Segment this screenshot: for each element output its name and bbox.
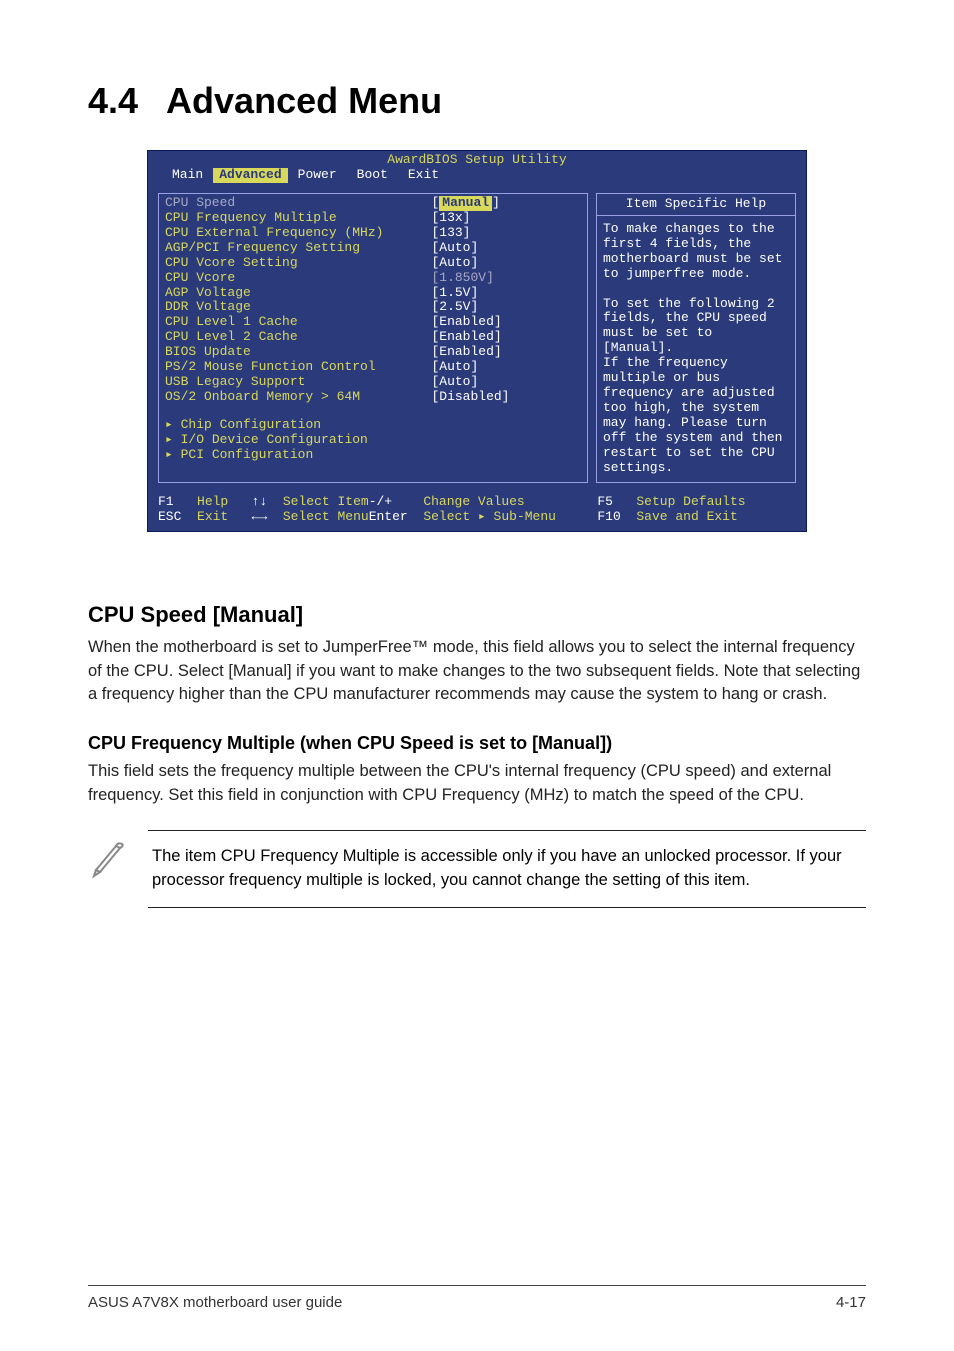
section-h3: CPU Speed [Manual] [88,602,866,628]
footer-right: 4-17 [836,1294,866,1311]
bios-setting-label[interactable]: AGP Voltage [165,286,425,301]
bios-tab-exit[interactable]: Exit [398,168,449,183]
section-p2: This field sets the frequency multiple b… [88,760,866,808]
bios-setting-label[interactable]: BIOS Update [165,345,425,360]
key-f1: F1 [158,494,174,509]
label-save-exit: Save and Exit [636,509,737,524]
bios-setting-label[interactable]: CPU Vcore [165,271,425,286]
bios-tab-advanced[interactable]: Advanced [213,168,287,183]
heading-number: 4.4 [88,80,138,122]
key-updown: ↑↓ [252,494,268,509]
bios-setting-value[interactable]: [Enabled] [431,315,581,330]
bios-setting-label[interactable]: USB Legacy Support [165,375,425,390]
bios-tab-boot[interactable]: Boot [347,168,398,183]
bios-setting-label[interactable]: CPU Vcore Setting [165,256,425,271]
bios-setting-value[interactable]: [Auto] [431,360,581,375]
bios-help-panel: Item Specific Help To make changes to th… [596,193,796,483]
page-footer: ASUS A7V8X motherboard user guide 4-17 [88,1285,866,1311]
key-leftright: ←→ [252,509,268,524]
bios-help-text: To make changes to the first 4 fields, t… [597,216,795,482]
bios-submenu-item[interactable]: ▸ PCI Configuration [165,448,425,463]
key-enter: Enter [369,509,408,524]
section-h4: CPU Frequency Multiple (when CPU Speed i… [88,733,866,754]
bios-submenu-item[interactable]: ▸ Chip Configuration [165,418,425,433]
label-select-submenu: Select ▸ Sub-Menu [423,509,556,524]
bios-setting-value[interactable]: [Auto] [431,256,581,271]
bios-tab-main[interactable]: Main [162,168,213,183]
bios-setting-label[interactable]: CPU External Frequency (MHz) [165,226,425,241]
bios-tab-power[interactable]: Power [288,168,347,183]
bios-setting-value[interactable]: [133] [431,226,581,241]
label-help: Help [197,494,228,509]
bios-screenshot: AwardBIOS Setup Utility Main Advanced Po… [147,150,807,532]
bios-setting-value[interactable]: [Manual] [431,196,581,211]
note-block: The item CPU Frequency Multiple is acces… [88,830,866,908]
bios-setting-value[interactable]: [Enabled] [431,330,581,345]
heading-title: Advanced Menu [166,80,442,121]
footer-left: ASUS A7V8X motherboard user guide [88,1294,342,1311]
bios-setting-value[interactable]: [2.5V] [431,300,581,315]
note-text: The item CPU Frequency Multiple is acces… [148,830,866,908]
bios-setting-label[interactable]: PS/2 Mouse Function Control [165,360,425,375]
bios-setting-label[interactable]: CPU Level 2 Cache [165,330,425,345]
bios-setting-value[interactable]: [1.5V] [431,286,581,301]
key-f5: F5 [597,494,613,509]
bios-setting-value[interactable]: [1.850V] [431,271,581,286]
label-exit: Exit [197,509,228,524]
bios-setting-label[interactable]: CPU Speed [165,196,425,211]
bios-setting-value[interactable]: [Enabled] [431,345,581,360]
bios-setting-value[interactable]: [Auto] [431,375,581,390]
label-setup-defaults: Setup Defaults [636,494,745,509]
page-heading: 4.4 Advanced Menu [88,80,866,122]
bios-submenu-item[interactable]: ▸ I/O Device Configuration [165,433,425,448]
note-icon [88,830,148,885]
label-change-values: Change Values [423,494,524,509]
key-esc: ESC [158,509,181,524]
bios-setting-label[interactable]: OS/2 Onboard Memory > 64M [165,390,425,405]
bios-setting-label[interactable]: AGP/PCI Frequency Setting [165,241,425,256]
label-select-menu: Select Menu [283,509,369,524]
bios-setting-label[interactable]: CPU Frequency Multiple [165,211,425,226]
key-f10: F10 [597,509,620,524]
bios-setting-value[interactable]: [Auto] [431,241,581,256]
bios-title: AwardBIOS Setup Utility [148,151,806,168]
bios-help-title: Item Specific Help [597,194,795,216]
bios-setting-label[interactable]: DDR Voltage [165,300,425,315]
key-plusminus: -/+ [369,494,392,509]
bios-tab-bar: Main Advanced Power Boot Exit [148,168,806,187]
bios-setting-label[interactable]: CPU Level 1 Cache [165,315,425,330]
bios-footer: F1 Help ↑↓ Select Item ESC Exit ←→ Selec… [148,493,806,531]
label-select-item: Select Item [283,494,369,509]
bios-main-panel: CPU SpeedCPU Frequency MultipleCPU Exter… [158,193,588,483]
section-p1: When the motherboard is set to JumperFre… [88,636,866,708]
bios-setting-value[interactable]: [Disabled] [431,390,581,405]
bios-setting-value[interactable]: [13x] [431,211,581,226]
